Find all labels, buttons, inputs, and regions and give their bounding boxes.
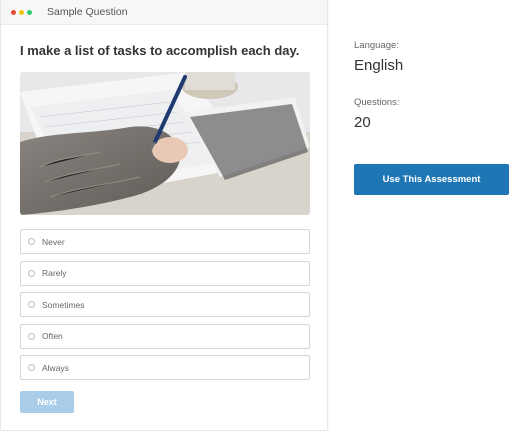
option-label: Often [42, 331, 63, 342]
question-card: Sample Question I make a list of tasks t… [0, 0, 328, 431]
maximize-dot-icon [27, 9, 32, 15]
option-always[interactable]: Always [20, 355, 310, 381]
option-label: Always [42, 362, 69, 373]
option-never[interactable]: Never [20, 229, 310, 254]
questions-label: Questions: [354, 97, 400, 108]
radio-icon[interactable] [28, 301, 35, 309]
option-often[interactable]: Often [20, 323, 310, 349]
questions-count: 20 [354, 114, 371, 131]
option-label: Sometimes [42, 299, 85, 310]
language-info: Language: English [354, 40, 403, 74]
radio-icon[interactable] [28, 364, 35, 372]
radio-icon[interactable] [28, 332, 35, 340]
next-button[interactable]: Next [20, 391, 74, 413]
question-text: I make a list of tasks to accomplish eac… [20, 43, 300, 58]
window-title: Sample Question [47, 6, 128, 18]
questions-info: Questions: 20 [354, 97, 399, 131]
option-label: Never [42, 236, 65, 247]
window-titlebar: Sample Question [1, 0, 327, 25]
minimize-dot-icon [19, 9, 24, 15]
option-label: Rarely [42, 268, 67, 279]
radio-icon[interactable] [28, 269, 35, 277]
option-sometimes[interactable]: Sometimes [20, 292, 310, 318]
radio-icon[interactable] [28, 238, 35, 245]
use-assessment-button[interactable]: Use This Assessment [354, 164, 509, 195]
answer-options: Never Rarely Sometimes Often Always [20, 229, 310, 387]
question-photo [20, 72, 310, 215]
option-rarely[interactable]: Rarely [20, 260, 310, 286]
language-value: English [354, 57, 404, 74]
language-label: Language: [354, 40, 399, 51]
close-dot-icon [11, 9, 16, 15]
